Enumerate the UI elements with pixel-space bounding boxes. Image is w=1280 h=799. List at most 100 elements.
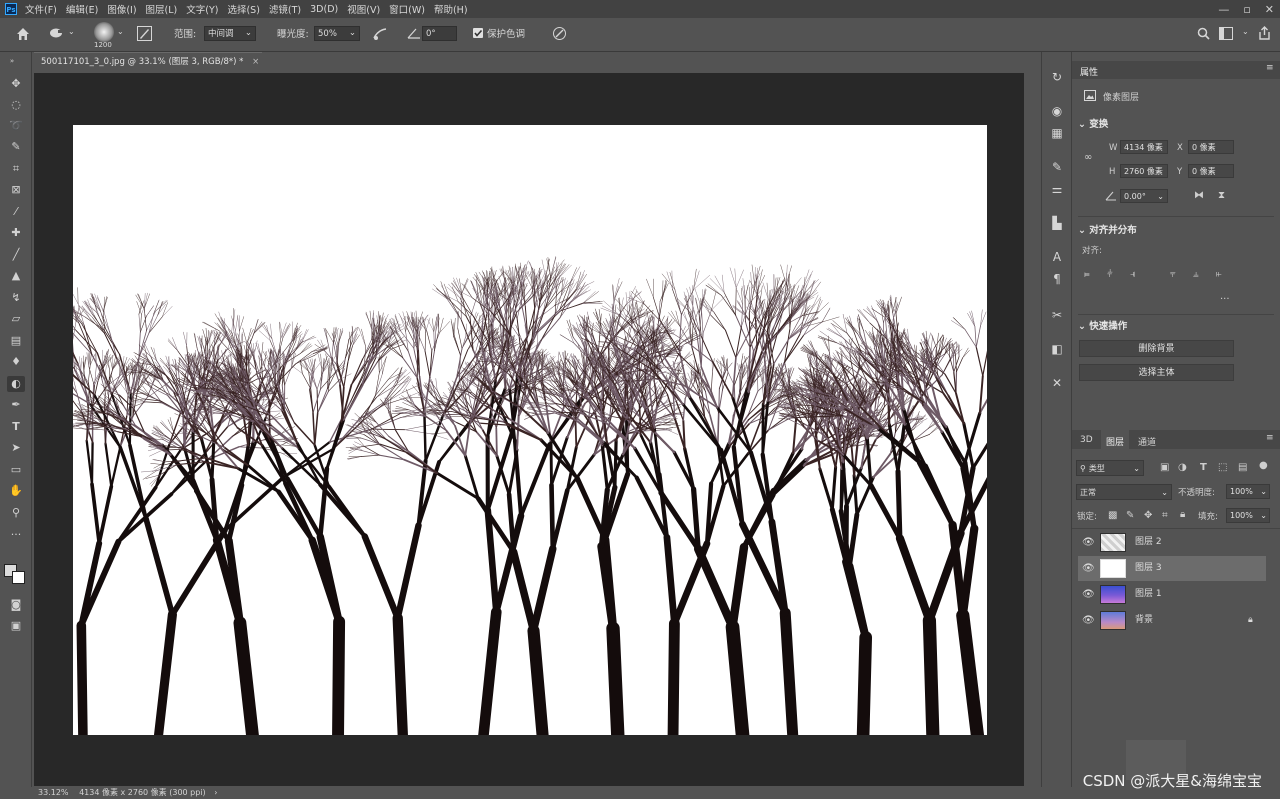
tab-3d[interactable]: 3D <box>1080 435 1093 445</box>
home-icon[interactable] <box>15 26 31 41</box>
tool-presets-icon[interactable]: ✂ <box>1048 306 1066 324</box>
eyedropper-tool-icon[interactable]: ⁄ <box>7 204 25 220</box>
libraries-panel-icon[interactable]: ◧ <box>1048 340 1066 358</box>
menu-edit[interactable]: 编辑(E) <box>66 2 98 16</box>
visibility-eye-icon[interactable]: 👁︎ <box>1082 556 1095 581</box>
layer-row[interactable]: 👁︎ 图层 2 <box>1078 530 1266 555</box>
crop-tool-icon[interactable]: ⌗ <box>7 161 25 177</box>
filter-shape-icon[interactable]: ⬚ <box>1218 462 1227 473</box>
background-color-swatch[interactable] <box>12 571 25 584</box>
clone-stamp-tool-icon[interactable]: ▲ <box>7 268 25 284</box>
tab-properties[interactable]: 属性 <box>1080 65 1098 78</box>
tab-layers[interactable]: 图层 <box>1106 435 1124 448</box>
zoom-tool-icon[interactable]: ⚲ <box>7 505 25 521</box>
swatches-panel-icon[interactable]: ▦ <box>1048 124 1066 142</box>
adjustments-panel-icon[interactable]: ⚌ <box>1048 180 1066 198</box>
layer-row[interactable]: 👁︎ 背景 🔒︎ <box>1078 608 1266 633</box>
type-tool-icon[interactable]: T <box>7 419 25 435</box>
x-input[interactable]: 0 像素 <box>1188 140 1234 154</box>
y-input[interactable]: 0 像素 <box>1188 164 1234 178</box>
chevron-down-icon[interactable]: ⌄ <box>117 27 124 36</box>
lock-position-icon[interactable]: ✥ <box>1144 510 1152 521</box>
blend-mode-select[interactable]: 正常 ⌄ <box>1076 484 1172 500</box>
dodge-tool-icon[interactable]: ◐ <box>7 376 25 392</box>
quick-actions-section-header[interactable]: ⌄ 快速操作 <box>1078 318 1127 332</box>
rotation-input[interactable]: 0.00° ⌄ <box>1120 189 1168 203</box>
menu-layer[interactable]: 图层(L) <box>146 2 178 16</box>
collapse-toolbar-icon[interactable]: » <box>3 53 21 69</box>
filter-type-icon[interactable]: T <box>1200 462 1207 473</box>
clone-source-panel-icon[interactable]: ▙ <box>1048 214 1066 232</box>
lock-artboard-icon[interactable]: ⌗ <box>1162 510 1168 521</box>
history-brush-tool-icon[interactable]: ↯ <box>7 290 25 306</box>
document-tab[interactable]: 500117101_3_0.jpg @ 33.1% (图层 3, RGB/8*)… <box>34 52 262 71</box>
align-middle-vertical-icon[interactable]: ⫨ <box>1193 269 1199 280</box>
layer-row[interactable]: 👁︎ 图层 1 <box>1078 582 1266 607</box>
menu-3d[interactable]: 3D(D) <box>310 4 338 15</box>
minimize-button[interactable]: — <box>1218 3 1229 16</box>
lock-all-icon[interactable]: 🔒︎ <box>1180 509 1185 520</box>
visibility-eye-icon[interactable]: 👁︎ <box>1082 582 1095 607</box>
zoom-level[interactable]: 33.12% <box>38 788 69 797</box>
marquee-tool-icon[interactable]: ◌ <box>7 97 25 113</box>
share-icon[interactable] <box>1258 26 1271 40</box>
tools-settings-icon[interactable]: ✕ <box>1048 374 1066 392</box>
visibility-eye-icon[interactable]: 👁︎ <box>1082 530 1095 555</box>
align-bottom-icon[interactable]: ⫦ <box>1216 269 1222 280</box>
lock-image-pixels-icon[interactable]: ✎ <box>1126 510 1134 521</box>
width-input[interactable]: 4134 像素 <box>1120 140 1168 154</box>
lock-transparent-pixels-icon[interactable]: ▩ <box>1108 510 1117 521</box>
chevron-down-icon[interactable]: ⌄ <box>68 27 75 36</box>
align-top-icon[interactable]: ⫧ <box>1170 269 1176 280</box>
link-icon[interactable]: ∞ <box>1084 152 1092 163</box>
menu-type[interactable]: 文字(Y) <box>186 2 218 16</box>
chevron-down-icon[interactable]: ⌄ <box>1242 27 1249 36</box>
document-canvas[interactable] <box>73 125 987 735</box>
flip-horizontal-icon[interactable]: ⧓ <box>1194 190 1204 201</box>
menu-image[interactable]: 图像(I) <box>107 2 136 16</box>
airbrush-icon[interactable] <box>372 26 389 41</box>
history-panel-icon[interactable]: ↻ <box>1048 68 1066 86</box>
healing-brush-tool-icon[interactable]: ✚ <box>7 225 25 241</box>
screen-mode-icon[interactable]: ▣ <box>7 618 25 634</box>
fill-input[interactable]: 100% ⌄ <box>1226 508 1270 523</box>
move-tool-icon[interactable]: ✥ <box>7 76 25 92</box>
blur-tool-icon[interactable]: ♦ <box>7 354 25 370</box>
transform-section-header[interactable]: ⌄ 变换 <box>1078 116 1108 130</box>
brushes-panel-icon[interactable]: ✎ <box>1048 158 1066 176</box>
path-select-tool-icon[interactable]: ➤ <box>7 440 25 456</box>
angle-input[interactable]: 0° <box>422 26 457 41</box>
pressure-size-icon[interactable] <box>552 26 567 41</box>
remove-background-button[interactable]: 删除背景 <box>1079 340 1234 357</box>
rectangle-tool-icon[interactable]: ▭ <box>7 462 25 478</box>
chevron-right-icon[interactable]: › <box>214 788 217 797</box>
workspace-icon[interactable] <box>1219 27 1233 40</box>
color-panel-icon[interactable]: ◉ <box>1048 102 1066 120</box>
eraser-tool-icon[interactable]: ▱ <box>7 311 25 327</box>
select-subject-button[interactable]: 选择主体 <box>1079 364 1234 381</box>
flip-vertical-icon[interactable]: ⧗ <box>1218 190 1225 201</box>
menu-filter[interactable]: 滤镜(T) <box>269 2 301 16</box>
menu-select[interactable]: 选择(S) <box>227 2 259 16</box>
close-tab-icon[interactable]: × <box>252 57 259 67</box>
brush-settings-icon[interactable] <box>137 26 152 41</box>
filter-smart-object-icon[interactable]: ▤ <box>1238 462 1247 473</box>
quick-mask-icon[interactable]: ◙ <box>7 597 25 613</box>
protect-tones-checkbox[interactable] <box>473 28 483 38</box>
height-input[interactable]: 2760 像素 <box>1120 164 1168 178</box>
opacity-input[interactable]: 100% ⌄ <box>1226 484 1270 499</box>
more-options-icon[interactable]: ··· <box>1220 294 1230 305</box>
align-center-horizontal-icon[interactable]: ⫩ <box>1107 269 1113 280</box>
quick-select-tool-icon[interactable]: ✎ <box>7 139 25 155</box>
menu-help[interactable]: 帮助(H) <box>434 2 468 16</box>
filter-adjustment-icon[interactable]: ◑ <box>1178 462 1187 473</box>
edit-toolbar-icon[interactable]: ··· <box>7 527 25 543</box>
range-select[interactable]: 中间调 ⌄ <box>204 26 256 41</box>
menu-file[interactable]: 文件(F) <box>25 2 57 16</box>
close-button[interactable]: ✕ <box>1265 3 1274 16</box>
character-panel-icon[interactable]: A <box>1048 248 1066 266</box>
layer-filter-select[interactable]: ⚲ 类型 ⌄ <box>1076 460 1144 476</box>
align-right-icon[interactable]: ⫣ <box>1130 269 1136 280</box>
align-left-icon[interactable]: ⫢ <box>1084 269 1090 280</box>
exposure-input[interactable]: 50% ⌄ <box>314 26 360 41</box>
